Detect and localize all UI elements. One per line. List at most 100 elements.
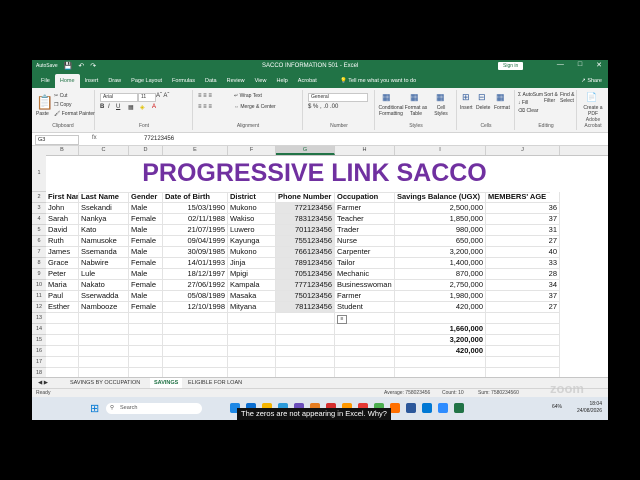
format-cells-button[interactable]: Format (494, 105, 510, 111)
data-cell[interactable]: Ruth (46, 236, 79, 247)
total-cell[interactable]: 3,200,000 (395, 335, 486, 346)
conditional-formatting-icon[interactable]: ▦ (382, 92, 391, 103)
empty-cell[interactable] (335, 357, 395, 368)
empty-cell[interactable] (486, 335, 560, 346)
data-cell[interactable]: 870,000 (395, 269, 486, 280)
font-color-icon[interactable]: A (152, 104, 156, 110)
data-cell[interactable]: Wakiso (228, 214, 276, 225)
sort-filter-button[interactable]: Sort & Filter (544, 92, 560, 104)
empty-cell[interactable] (228, 324, 276, 335)
row-header[interactable]: 6 (32, 236, 46, 247)
tab-formulas[interactable]: Formulas (167, 74, 200, 88)
column-header[interactable]: J (486, 146, 560, 155)
data-cell[interactable]: Kampala (228, 280, 276, 291)
data-cell[interactable]: Ssekandi (79, 203, 129, 214)
sheet-banner-title[interactable]: PROGRESSIVE LINK SACCO (79, 155, 550, 193)
data-cell[interactable]: 789123456 (276, 258, 335, 269)
cell-styles-icon[interactable]: ▦ (436, 92, 445, 103)
column-header[interactable]: H (335, 146, 395, 155)
data-cell[interactable]: Maria (46, 280, 79, 291)
column-heading-cell[interactable]: Savings Balance (UGX) (395, 192, 486, 203)
column-heading-cell[interactable]: MEMBERS' AGE (486, 192, 560, 203)
data-cell[interactable]: Nankya (79, 214, 129, 225)
fill-button[interactable]: ↓ Fill (518, 100, 528, 106)
tab-acrobat[interactable]: Acrobat (293, 74, 322, 88)
data-cell[interactable]: 14/01/1993 (163, 258, 228, 269)
data-cell[interactable]: Lule (79, 269, 129, 280)
maximize-icon[interactable]: □ (578, 61, 582, 69)
data-cell[interactable]: Grace (46, 258, 79, 269)
empty-cell[interactable] (276, 335, 335, 346)
paste-button[interactable]: Paste (36, 111, 49, 117)
data-cell[interactable]: Mpigi (228, 269, 276, 280)
column-header[interactable]: G (276, 146, 335, 155)
data-cell[interactable]: 27 (486, 302, 560, 313)
data-cell[interactable]: 1,980,000 (395, 291, 486, 302)
data-cell[interactable]: 701123456 (276, 225, 335, 236)
minimize-icon[interactable]: — (557, 61, 564, 69)
row-header[interactable]: 17 (32, 357, 46, 368)
column-heading-cell[interactable]: Date of Birth (163, 192, 228, 203)
data-cell[interactable]: 650,000 (395, 236, 486, 247)
taskbar-app-icon[interactable] (390, 403, 400, 413)
data-cell[interactable]: Female (129, 258, 163, 269)
create-pdf-button[interactable]: Create a PDF (580, 105, 606, 117)
tab-data[interactable]: Data (200, 74, 222, 88)
data-cell[interactable]: Nambooze (79, 302, 129, 313)
empty-cell[interactable] (79, 335, 129, 346)
data-cell[interactable]: James (46, 247, 79, 258)
empty-cell[interactable] (79, 324, 129, 335)
empty-cell[interactable] (395, 313, 486, 324)
row-header[interactable]: 12 (32, 302, 46, 313)
battery-indicator[interactable]: 64% (552, 404, 562, 410)
data-cell[interactable]: David (46, 225, 79, 236)
autosum-button[interactable]: Σ AutoSum (518, 92, 543, 98)
data-cell[interactable]: Sarah (46, 214, 79, 225)
data-cell[interactable]: 31 (486, 225, 560, 236)
data-cell[interactable]: 15/03/1990 (163, 203, 228, 214)
row-header[interactable]: 1 (32, 155, 46, 192)
format-painter-button[interactable]: 🖌 Format Painter (54, 111, 95, 117)
data-cell[interactable]: 3,200,000 (395, 247, 486, 258)
cut-button[interactable]: ✂ Cut (54, 93, 67, 99)
data-cell[interactable]: Luwero (228, 225, 276, 236)
undo-icon[interactable]: ↶ (78, 62, 84, 70)
borders-icon[interactable]: ▦ (128, 104, 134, 111)
formula-input[interactable]: 772123456 (144, 135, 174, 143)
copy-button[interactable]: ❐ Copy (54, 102, 72, 108)
empty-cell[interactable] (228, 346, 276, 357)
share-button[interactable]: ↗ Share (581, 78, 602, 84)
format-as-table-button[interactable]: Format as Table (404, 105, 428, 117)
empty-cell[interactable] (163, 335, 228, 346)
empty-cell[interactable] (486, 313, 560, 324)
conditional-formatting-button[interactable]: Conditional Formatting (378, 105, 404, 117)
data-cell[interactable]: John (46, 203, 79, 214)
empty-cell[interactable] (79, 346, 129, 357)
tab-home[interactable]: Home (54, 74, 80, 88)
data-cell[interactable]: 781123456 (276, 302, 335, 313)
data-cell[interactable]: Mechanic (335, 269, 395, 280)
tab-view[interactable]: View (250, 74, 272, 88)
italic-button[interactable]: I (108, 104, 110, 110)
empty-cell[interactable] (129, 357, 163, 368)
empty-cell[interactable] (163, 313, 228, 324)
taskbar-app-icon[interactable] (422, 403, 432, 413)
align-top-icons[interactable]: ≡ ≡ ≡ (198, 93, 212, 99)
data-cell[interactable]: Nabwire (79, 258, 129, 269)
row-header[interactable]: 3 (32, 203, 46, 214)
empty-cell[interactable] (335, 335, 395, 346)
empty-cell[interactable] (395, 357, 486, 368)
data-cell[interactable]: Student (335, 302, 395, 313)
data-cell[interactable]: 09/04/1999 (163, 236, 228, 247)
total-cell[interactable]: 420,000 (395, 346, 486, 357)
redo-icon[interactable]: ↷ (90, 62, 96, 70)
column-heading-cell[interactable]: Occupation (335, 192, 395, 203)
align-horizontal-icons[interactable]: ≡ ≡ ≡ (198, 104, 212, 110)
data-cell[interactable]: 27/06/1992 (163, 280, 228, 291)
row-header[interactable]: 15 (32, 335, 46, 346)
data-cell[interactable]: Peter (46, 269, 79, 280)
data-cell[interactable]: Mityana (228, 302, 276, 313)
empty-cell[interactable] (79, 313, 129, 324)
clear-button[interactable]: ⌫ Clear (518, 108, 538, 114)
empty-cell[interactable] (486, 324, 560, 335)
